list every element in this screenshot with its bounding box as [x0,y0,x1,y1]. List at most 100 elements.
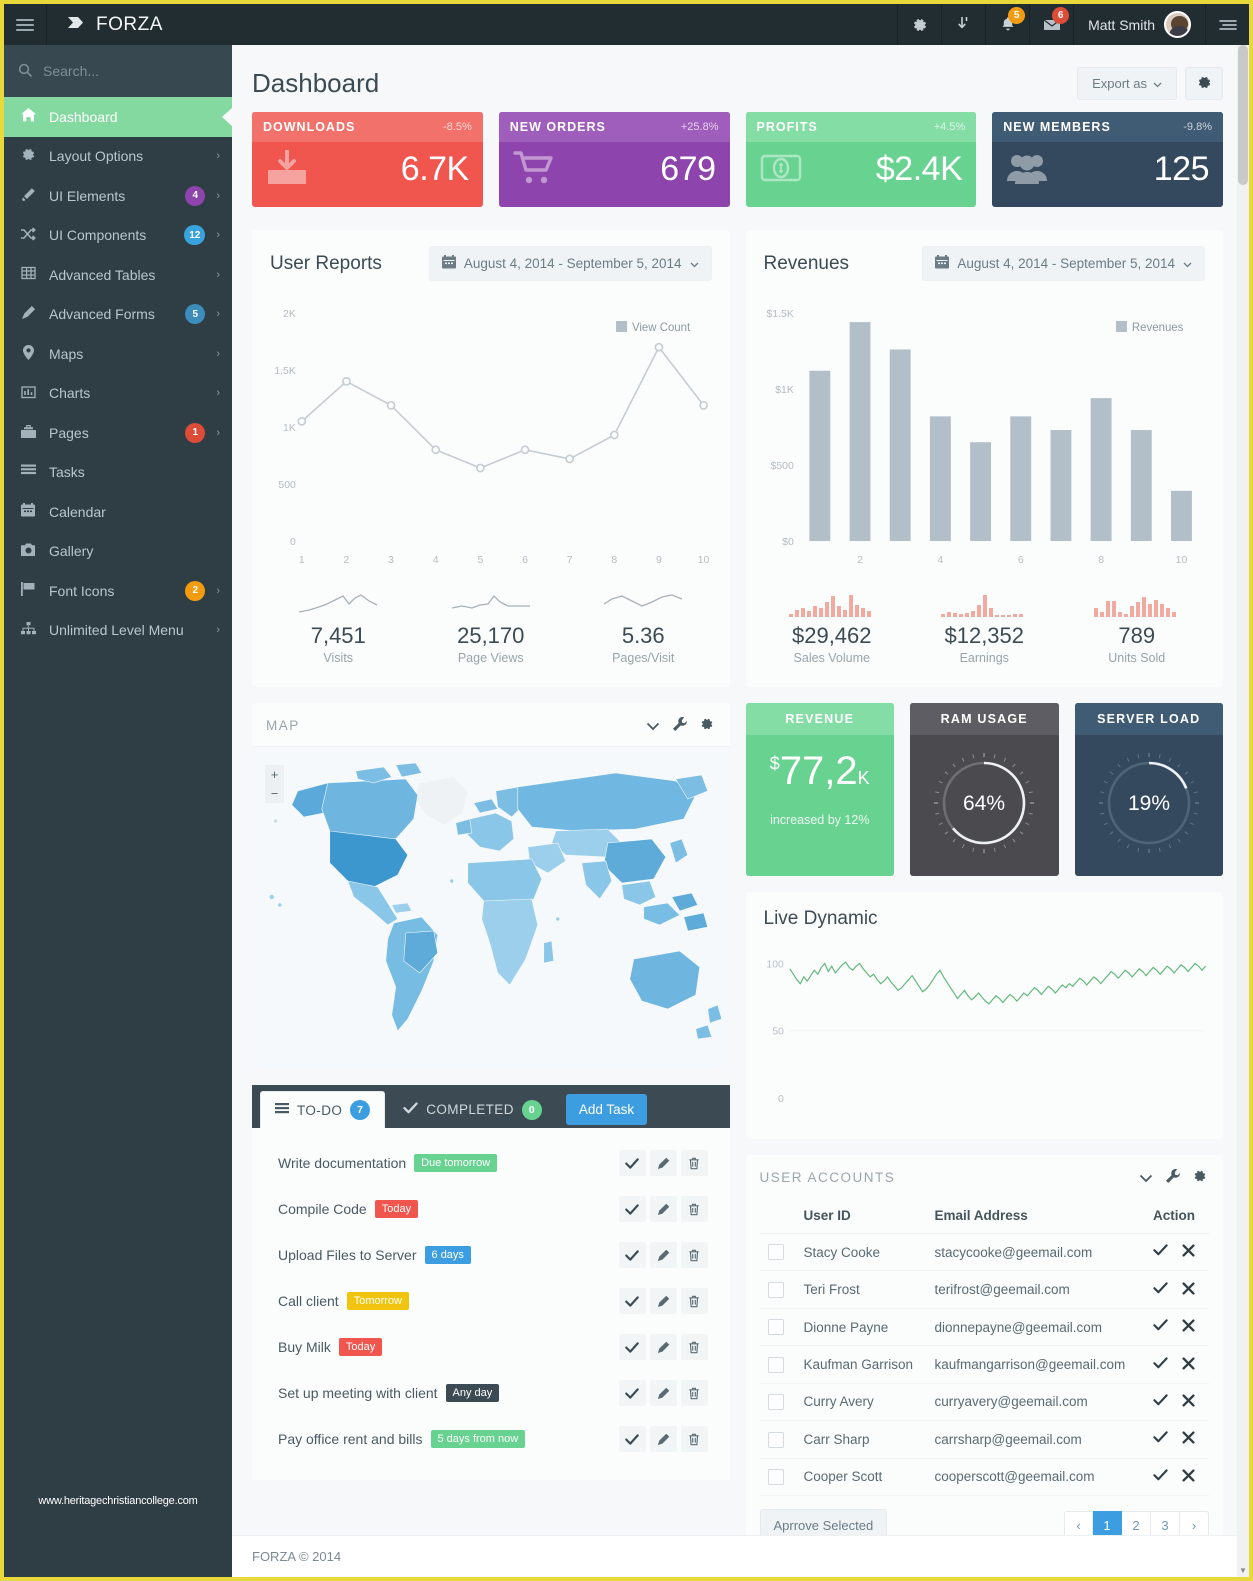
mini-box-revenue[interactable]: REVENUE $77,2K increased by 12% [745,703,894,876]
row-checkbox[interactable] [767,1469,784,1486]
stat-box-downloads[interactable]: DOWNLOADS -8.5% 6.7K [252,112,483,207]
todo-delete-icon[interactable] [680,1288,708,1314]
todo-complete-icon[interactable] [618,1196,646,1222]
gear-icon[interactable] [700,717,714,734]
navbar-downloads-button[interactable] [941,4,985,45]
wrench-icon[interactable] [1166,1168,1180,1186]
stat-box-profits[interactable]: PROFITS +4.5% $2.4K [745,112,977,207]
pagination-page-1[interactable]: 1 [1093,1511,1122,1535]
approve-icon[interactable] [1153,1431,1168,1447]
todo-delete-icon[interactable] [680,1380,708,1406]
tab-todo[interactable]: TO-DO 7 [260,1091,386,1128]
page-settings-button[interactable] [1185,67,1223,100]
todo-item[interactable]: Upload Files to Server 6 days [252,1232,730,1278]
todo-edit-icon[interactable] [649,1196,677,1222]
pagination-page-2[interactable]: 2 [1122,1511,1151,1535]
todo-complete-icon[interactable] [618,1426,646,1452]
todo-delete-icon[interactable] [680,1150,708,1176]
sidebar-item-ui-elements[interactable]: UI Elements 4 › [4,176,232,216]
reject-icon[interactable] [1182,1282,1195,1298]
world-map[interactable]: + − [252,747,730,1069]
sidebar-search[interactable] [4,45,232,97]
stat-box-new-members[interactable]: NEW MEMBERS -9.8% 125 [992,112,1223,207]
todo-item[interactable]: Compile Code Today [252,1186,730,1232]
todo-item[interactable]: Buy Milk Today [252,1324,730,1370]
approve-selected-button[interactable]: Aprrove Selected [759,1509,888,1535]
todo-delete-icon[interactable] [680,1196,708,1222]
scrollbar-thumb[interactable] [1238,45,1248,185]
todo-edit-icon[interactable] [649,1150,677,1176]
add-task-button[interactable]: Add Task [565,1094,648,1125]
navbar-notifications-button[interactable]: 5 [985,4,1029,45]
reject-icon[interactable] [1182,1356,1195,1373]
todo-edit-icon[interactable] [649,1288,677,1314]
sidebar-item-font-icons[interactable]: Font Icons 2 › [4,571,232,611]
row-checkbox[interactable] [767,1431,784,1448]
control-sidebar-toggle-button[interactable] [1205,4,1249,45]
menu-toggle-button[interactable] [4,4,47,45]
todo-delete-icon[interactable] [680,1334,708,1360]
todo-complete-icon[interactable] [618,1150,646,1176]
reject-icon[interactable] [1182,1469,1195,1485]
row-checkbox[interactable] [767,1244,784,1261]
todo-item[interactable]: Call client Tomorrow [252,1278,730,1324]
stat-box-new-orders[interactable]: NEW ORDERS +25.8% 679 [498,112,730,207]
approve-icon[interactable] [1153,1319,1168,1335]
row-checkbox[interactable] [767,1394,784,1411]
sidebar-item-advanced-tables[interactable]: Advanced Tables › [4,255,232,295]
todo-item[interactable]: Set up meeting with client Any day [252,1370,730,1416]
sidebar-item-tasks[interactable]: Tasks [4,453,232,493]
pagination-page-3[interactable]: 3 [1151,1511,1180,1535]
sidebar-item-calendar[interactable]: Calendar [4,492,232,532]
todo-complete-icon[interactable] [618,1380,646,1406]
navbar-messages-button[interactable]: 6 [1029,4,1073,45]
chevron-down-icon[interactable] [646,718,660,734]
todo-item[interactable]: Write documentation Due tomorrow [252,1140,730,1186]
sidebar-item-pages[interactable]: Pages 1 › [4,413,232,453]
reject-icon[interactable] [1182,1431,1195,1447]
revenues-date-range-picker[interactable]: August 4, 2014 - September 5, 2014 [922,246,1205,281]
page-scrollbar[interactable]: ▼ [1237,45,1249,1577]
row-checkbox[interactable] [767,1319,784,1336]
approve-icon[interactable] [1153,1244,1168,1260]
sidebar-item-dashboard[interactable]: Dashboard [4,97,232,137]
todo-edit-icon[interactable] [649,1426,677,1452]
pagination-next[interactable]: › [1180,1511,1209,1535]
map-zoom-in-button[interactable]: + [265,765,284,784]
sidebar-item-maps[interactable]: Maps › [4,334,232,374]
sidebar-item-advanced-forms[interactable]: Advanced Forms 5 › [4,295,232,335]
reject-icon[interactable] [1182,1319,1195,1335]
mini-box-server-load[interactable]: SERVER LOAD 19% [1074,703,1223,876]
reject-icon[interactable] [1182,1244,1195,1260]
search-input[interactable] [43,63,218,79]
row-checkbox[interactable] [767,1281,784,1298]
sidebar-item-gallery[interactable]: Gallery [4,532,232,572]
todo-item[interactable]: Pay office rent and bills 5 days from now [252,1416,730,1462]
todo-delete-icon[interactable] [680,1242,708,1268]
user-reports-date-range-picker[interactable]: August 4, 2014 - September 5, 2014 [428,246,712,281]
approve-icon[interactable] [1153,1469,1168,1485]
row-checkbox[interactable] [767,1356,784,1373]
gear-icon[interactable] [1193,1169,1207,1186]
approve-icon[interactable] [1153,1394,1168,1410]
todo-edit-icon[interactable] [649,1380,677,1406]
navbar-user-menu[interactable]: Matt Smith [1073,4,1205,45]
sidebar-item-unlimited-level-menu[interactable]: Unlimited Level Menu › [4,611,232,651]
sidebar-item-charts[interactable]: Charts › [4,374,232,414]
todo-complete-icon[interactable] [618,1334,646,1360]
map-zoom-out-button[interactable]: − [265,784,284,803]
chevron-down-icon[interactable] [1139,1170,1153,1186]
todo-edit-icon[interactable] [649,1242,677,1268]
sidebar-item-ui-components[interactable]: UI Components 12 › [4,216,232,256]
todo-edit-icon[interactable] [649,1334,677,1360]
navbar-settings-button[interactable] [897,4,941,45]
todo-complete-icon[interactable] [618,1242,646,1268]
pagination-prev[interactable]: ‹ [1064,1511,1093,1535]
approve-icon[interactable] [1153,1282,1168,1298]
brand-logo[interactable]: FORZA [47,4,183,45]
wrench-icon[interactable] [672,716,687,734]
approve-icon[interactable] [1153,1356,1168,1373]
mini-box-ram-usage[interactable]: RAM USAGE 64% [910,703,1059,876]
export-as-button[interactable]: Export as [1077,67,1177,100]
reject-icon[interactable] [1182,1394,1195,1410]
